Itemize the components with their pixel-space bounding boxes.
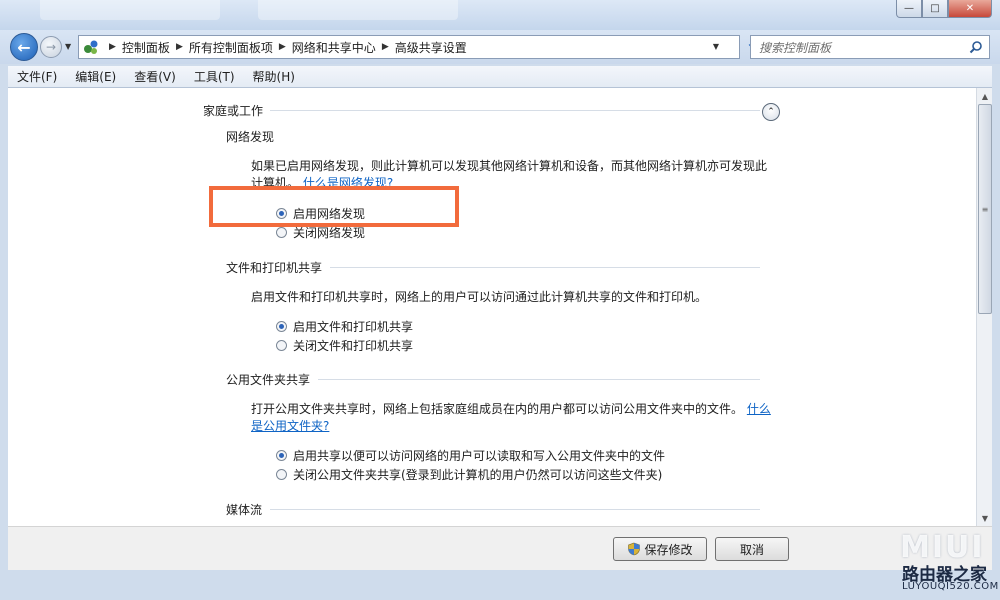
menu-edit[interactable]: 编辑(E) — [66, 68, 125, 85]
control-panel-icon — [83, 39, 99, 55]
radio-disable-file-sharing[interactable]: 关闭文件和打印机共享 — [276, 337, 413, 354]
help-link-public-folder[interactable]: 什么 — [747, 402, 771, 416]
radio-label: 关闭文件和打印机共享 — [293, 339, 414, 353]
cancel-button[interactable]: 取消 — [715, 537, 789, 561]
site-watermark: MIUI 路由器之家 LUYOUQI520.COM — [880, 530, 999, 596]
radio-label: 关闭公用文件夹共享(登录到此计算机的用户仍然可以访问这些文件夹) — [293, 468, 663, 482]
description-text: 打开公用文件夹共享时，网络上包括家庭组成员在内的用户都可以访问公用文件夹中的文件… — [251, 402, 744, 416]
chevron-up-icon: ⌃ — [767, 107, 775, 117]
breadcrumb-network-center[interactable]: 网络和共享中心 — [292, 39, 376, 56]
radio-label: 启用共享以便可以访问网络的用户可以读取和写入公用文件夹中的文件 — [293, 449, 666, 463]
radio-unselected-icon[interactable] — [276, 469, 287, 480]
navigation-bar: ← → ▼ ▶ 控制面板 ▶ 所有控制面板项 ▶ 网络和共享中心 ▶ 高级共享设… — [0, 30, 1000, 64]
background-tab — [40, 0, 220, 20]
section-divider — [330, 267, 760, 268]
menu-tools[interactable]: 工具(T) — [185, 68, 244, 85]
settings-content: 家庭或工作 ⌃ 网络发现 如果已启用网络发现，则此计算机可以发现其他网络计算机和… — [8, 88, 976, 526]
section-description: 打开公用文件夹共享时，网络上包括家庭组成员在内的用户都可以访问公用文件夹中的文件… — [251, 401, 771, 417]
recent-pages-dropdown-icon[interactable]: ▼ — [65, 42, 71, 51]
back-button[interactable]: ← — [10, 33, 38, 61]
radio-selected-icon[interactable] — [276, 321, 287, 332]
window-bottom-edge — [0, 570, 1000, 600]
watermark-url: LUYOUQI520.COM — [902, 581, 999, 592]
section-title-media-streaming: 媒体流 — [226, 503, 263, 517]
address-bar[interactable]: ▶ 控制面板 ▶ 所有控制面板项 ▶ 网络和共享中心 ▶ 高级共享设置 ▼ ⟲ — [78, 35, 760, 59]
breadcrumb-advanced-sharing[interactable]: 高级共享设置 — [395, 39, 467, 56]
breadcrumb-separator[interactable]: ▶ — [109, 42, 116, 52]
radio-disable-public-folder[interactable]: 关闭公用文件夹共享(登录到此计算机的用户仍然可以访问这些文件夹) — [276, 466, 662, 483]
section-divider — [318, 379, 760, 380]
breadcrumb-control-panel[interactable]: 控制面板 — [122, 39, 170, 56]
footer-bar: 保存修改 取消 — [8, 526, 992, 570]
menu-help[interactable]: 帮助(H) — [244, 68, 304, 85]
forward-button[interactable]: → — [40, 36, 62, 58]
breadcrumb-separator[interactable]: ▶ — [176, 42, 183, 52]
forward-arrow-icon: → — [45, 40, 57, 54]
radio-unselected-icon[interactable] — [276, 340, 287, 351]
breadcrumb-separator[interactable]: ▶ — [279, 42, 286, 52]
close-button[interactable]: ✕ — [948, 0, 992, 18]
group-title: 家庭或工作 — [203, 104, 264, 118]
breadcrumb-all-items[interactable]: 所有控制面板项 — [189, 39, 273, 56]
window-controls: — □ ✕ — [896, 0, 992, 18]
maximize-button[interactable]: □ — [922, 0, 948, 18]
section-description: 如果已启用网络发现，则此计算机可以发现其他网络计算机和设备，而其他网络计算机亦可… — [251, 159, 768, 173]
back-arrow-icon: ← — [17, 37, 31, 57]
search-icon[interactable] — [969, 40, 983, 54]
vertical-scrollbar[interactable]: ▲ ≡ ▼ — [976, 88, 992, 526]
save-button-label: 保存修改 — [644, 542, 693, 557]
scroll-thumb[interactable]: ≡ — [978, 104, 992, 314]
section-title-network-discovery: 网络发现 — [226, 130, 275, 144]
uac-shield-icon — [628, 542, 641, 556]
title-bar: — □ ✕ — [0, 0, 1000, 30]
radio-selected-icon[interactable] — [276, 450, 287, 461]
background-tab — [258, 0, 458, 20]
scroll-down-icon[interactable]: ▼ — [977, 510, 993, 526]
address-dropdown-icon[interactable]: ▼ — [713, 42, 719, 51]
group-divider — [270, 110, 760, 111]
menu-bar: 文件(F) 编辑(E) 查看(V) 工具(T) 帮助(H) — [8, 66, 992, 88]
breadcrumb-separator[interactable]: ▶ — [382, 42, 389, 52]
search-placeholder: 搜索控制面板 — [759, 40, 832, 55]
section-divider — [270, 509, 760, 510]
cancel-button-label: 取消 — [739, 542, 764, 557]
section-title-public-folder-sharing: 公用文件夹共享 — [226, 373, 311, 387]
search-input[interactable]: 搜索控制面板 — [750, 35, 990, 59]
save-changes-button[interactable]: 保存修改 — [613, 537, 707, 561]
help-link-public-folder[interactable]: 是公用文件夹? — [251, 418, 329, 434]
radio-enable-public-folder[interactable]: 启用共享以便可以访问网络的用户可以读取和写入公用文件夹中的文件 — [276, 447, 665, 464]
menu-file[interactable]: 文件(F) — [8, 68, 66, 85]
highlight-annotation — [209, 186, 459, 227]
section-description: 启用文件和打印机共享时，网络上的用户可以访问通过此计算机共享的文件和打印机。 — [251, 290, 708, 304]
section-title-file-printer-sharing: 文件和打印机共享 — [226, 261, 323, 275]
menu-view[interactable]: 查看(V) — [125, 68, 185, 85]
collapse-button[interactable]: ⌃ — [762, 103, 780, 121]
minimize-button[interactable]: — — [896, 0, 922, 18]
radio-unselected-icon[interactable] — [276, 227, 287, 238]
radio-label: 启用文件和打印机共享 — [293, 320, 414, 334]
scroll-up-icon[interactable]: ▲ — [977, 88, 993, 104]
radio-enable-file-sharing[interactable]: 启用文件和打印机共享 — [276, 318, 413, 335]
